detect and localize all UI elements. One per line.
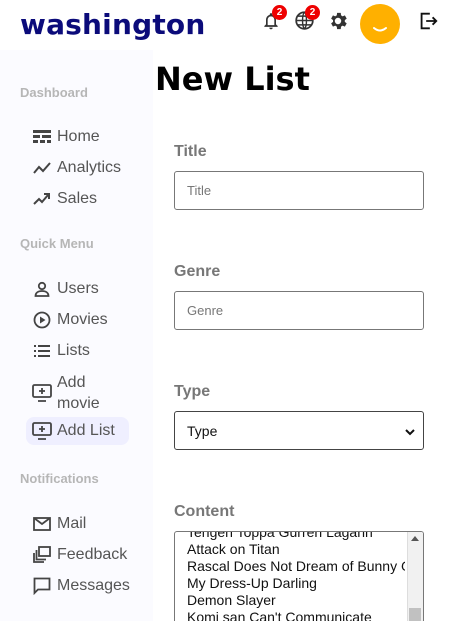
list-item[interactable]: My Dress-Up Darling <box>187 575 405 592</box>
language-badge: 2 <box>305 5 320 20</box>
sidebar-item-label: Mail <box>57 515 87 532</box>
timeline-icon <box>32 158 52 178</box>
add-to-queue-icon <box>32 383 52 403</box>
app-logo[interactable]: washington <box>20 8 206 41</box>
language-button[interactable]: 2 <box>291 5 320 36</box>
genre-input[interactable] <box>174 291 424 330</box>
list-item[interactable]: Komi san Can't Communicate <box>187 609 405 621</box>
sidebar-item-mail[interactable]: Mail <box>26 510 92 538</box>
sidebar-item-label: Analytics <box>57 159 122 176</box>
content-label: Content <box>174 503 235 520</box>
scroll-thumb[interactable] <box>409 608 421 621</box>
trending-up-icon <box>32 189 52 209</box>
add-to-queue-icon <box>32 421 52 441</box>
sidebar: Dashboard Home Analytics Sales Quick Men… <box>0 50 153 621</box>
sidebar-item-label: Lists <box>57 342 90 359</box>
gear-icon <box>327 10 349 37</box>
content-options: Tengen Toppa Gurren Lagann Attack on Tit… <box>187 532 405 621</box>
smiley-icon <box>373 27 387 32</box>
sidebar-item-label: Messages <box>57 577 130 594</box>
logout-icon <box>417 10 439 37</box>
sidebar-item-label: Add List <box>57 422 115 439</box>
sidebar-item-users[interactable]: Users <box>26 275 105 303</box>
list-item[interactable]: Demon Slayer <box>187 592 405 609</box>
sidebar-item-add-list[interactable]: Add List <box>26 417 129 445</box>
logout-button[interactable] <box>415 10 441 36</box>
dashboard-icon <box>32 127 52 147</box>
notifications-badge: 2 <box>272 5 287 20</box>
sidebar-item-label: Movies <box>57 311 108 328</box>
sidebar-item-label: Add movie <box>57 374 100 412</box>
notifications-button[interactable]: 2 <box>258 5 287 36</box>
sidebar-item-analytics[interactable]: Analytics <box>26 154 127 182</box>
settings-button[interactable] <box>325 10 351 36</box>
list-item[interactable]: Attack on Titan <box>187 541 405 558</box>
list-icon <box>32 341 52 361</box>
list-item[interactable]: Tengen Toppa Gurren Lagann <box>187 532 405 541</box>
sidebar-item-feedback[interactable]: Feedback <box>26 541 133 569</box>
type-select[interactable]: Type <box>174 411 424 450</box>
mail-icon <box>32 514 52 534</box>
sidebar-item-label: Home <box>57 128 100 145</box>
avatar[interactable] <box>360 4 400 44</box>
type-label: Type <box>174 383 211 400</box>
sidebar-item-home[interactable]: Home <box>26 123 106 151</box>
title-input[interactable] <box>174 171 424 210</box>
sidebar-item-add-movie[interactable]: Add movie <box>26 368 113 418</box>
sidebar-item-sales[interactable]: Sales <box>26 185 103 213</box>
list-item[interactable]: Rascal Does Not Dream of Bunny Girl Senp… <box>187 558 405 575</box>
sidebar-section-title: Quick Menu <box>20 236 94 251</box>
scroll-up-icon[interactable] <box>411 536 419 541</box>
content-multiselect[interactable]: Tengen Toppa Gurren Lagann Attack on Tit… <box>174 531 424 621</box>
topbar: washington 2 2 <box>0 0 475 50</box>
sidebar-item-messages[interactable]: Messages <box>26 572 136 600</box>
title-label: Title <box>174 143 207 160</box>
genre-label: Genre <box>174 263 221 280</box>
sidebar-item-label: Sales <box>57 190 98 207</box>
sidebar-item-movies[interactable]: Movies <box>26 306 114 334</box>
feedback-icon <box>32 545 52 565</box>
play-circle-icon <box>32 310 52 330</box>
sidebar-section-title: Dashboard <box>20 85 88 100</box>
chevron-down-icon <box>405 424 415 440</box>
type-select-value: Type <box>187 422 218 439</box>
person-icon <box>32 279 52 299</box>
chat-icon <box>32 576 52 596</box>
scrollbar[interactable] <box>407 532 423 621</box>
sidebar-item-label: Feedback <box>57 546 128 563</box>
sidebar-item-label: Users <box>57 280 99 297</box>
sidebar-section-title: Notifications <box>20 471 99 486</box>
page-title: New List <box>155 60 310 98</box>
sidebar-item-lists[interactable]: Lists <box>26 337 96 365</box>
